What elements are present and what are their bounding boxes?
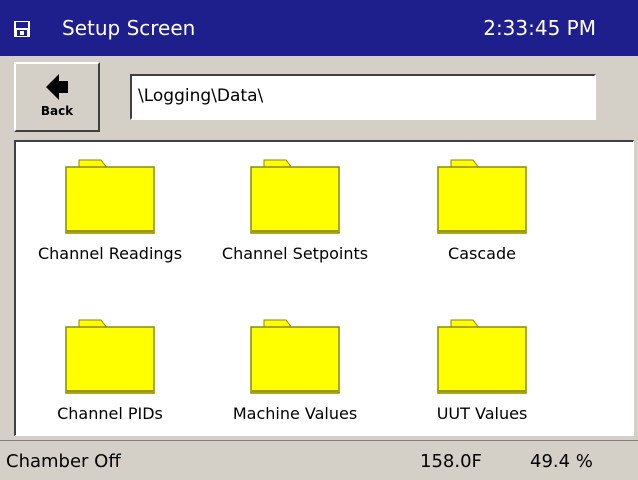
status-bar: Chamber Off 158.0F 49.4 %: [0, 440, 638, 480]
folder-channel-setpoints[interactable]: Channel Setpoints: [200, 148, 390, 278]
folder-cascade[interactable]: Cascade: [387, 148, 577, 278]
setup-screen: Setup Screen 2:33:45 PM Back \Logging\Da…: [0, 0, 638, 480]
folder-label: Machine Values: [232, 404, 358, 423]
folder-view: Channel Readings Channel Setpoints Casca…: [14, 140, 634, 436]
folder-label: Cascade: [448, 244, 516, 263]
folder-icon: [250, 159, 340, 234]
folder-icon: [250, 319, 340, 394]
floppy-disk-icon: [14, 21, 30, 37]
back-label: Back: [40, 104, 74, 118]
title-bar: Setup Screen 2:33:45 PM: [0, 0, 638, 56]
temperature-readout: 158.0F: [420, 451, 482, 472]
folder-icon: [437, 319, 527, 394]
folder-uut-values[interactable]: UUT Values: [387, 308, 577, 438]
folder-machine-values[interactable]: Machine Values: [200, 308, 390, 438]
folder-label: Channel Readings: [37, 244, 183, 263]
clock: 2:33:45 PM: [483, 16, 596, 40]
chamber-status: Chamber Off: [6, 451, 121, 472]
folder-channel-readings[interactable]: Channel Readings: [15, 148, 205, 278]
window-title: Setup Screen: [62, 16, 196, 40]
folder-icon: [437, 159, 527, 234]
folder-icon: [65, 159, 155, 234]
folder-label: UUT Values: [436, 404, 528, 423]
folder-label: Channel PIDs: [57, 404, 163, 423]
folder-label: Channel Setpoints: [221, 244, 369, 263]
path-field[interactable]: \Logging\Data\: [130, 74, 596, 120]
folder-channel-pids[interactable]: Channel PIDs: [15, 308, 205, 438]
folder-icon: [65, 319, 155, 394]
humidity-readout: 49.4 %: [530, 451, 593, 472]
back-button[interactable]: Back: [14, 62, 100, 132]
left-arrow-icon: [46, 74, 68, 100]
